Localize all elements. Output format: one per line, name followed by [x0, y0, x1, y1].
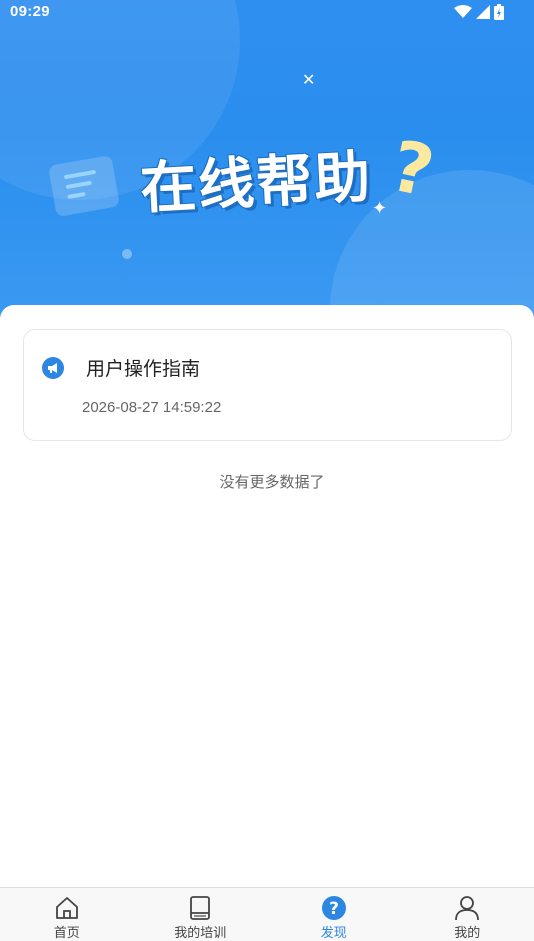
tab-home-label: 首页	[0, 922, 134, 941]
tab-my-training[interactable]: 我的培训	[134, 888, 268, 941]
status-time: 09:29	[10, 3, 50, 20]
dot-decoration	[122, 249, 132, 259]
help-circle-icon: ?	[320, 894, 348, 922]
content-sheet: 用户操作指南 2026-08-27 14:59:22 没有更多数据了	[0, 305, 534, 887]
help-list-item[interactable]: 用户操作指南 2026-08-27 14:59:22	[23, 329, 512, 441]
status-bar: 09:29	[0, 0, 534, 26]
megaphone-icon	[42, 357, 64, 379]
bottom-tab-bar: 首页 我的培训 ? 发现 我的	[0, 887, 534, 941]
battery-icon	[494, 4, 504, 20]
tab-discover-label: 发现	[267, 922, 401, 941]
wifi-icon	[454, 5, 472, 19]
status-icons	[454, 4, 504, 20]
tab-my-training-label: 我的培训	[134, 922, 268, 941]
svg-text:?: ?	[329, 899, 339, 919]
chat-bubble-icon	[48, 155, 120, 217]
book-icon	[186, 894, 214, 922]
help-item-date: 2026-08-27 14:59:22	[82, 399, 221, 416]
help-item-title: 用户操作指南	[86, 354, 200, 381]
list-end-text: 没有更多数据了	[0, 471, 534, 492]
hero-title: 在线帮助	[138, 132, 374, 225]
tab-mine[interactable]: 我的	[401, 888, 534, 941]
tab-mine-label: 我的	[401, 922, 534, 941]
tab-discover[interactable]: ? 发现	[267, 888, 401, 941]
sparkle-icon: ✕	[302, 70, 315, 89]
hero-banner: ✕ ✦ 在线帮助 ?	[0, 0, 534, 330]
person-icon	[453, 894, 481, 922]
signal-icon	[476, 5, 490, 19]
home-icon	[53, 894, 81, 922]
tab-home[interactable]: 首页	[0, 888, 134, 941]
